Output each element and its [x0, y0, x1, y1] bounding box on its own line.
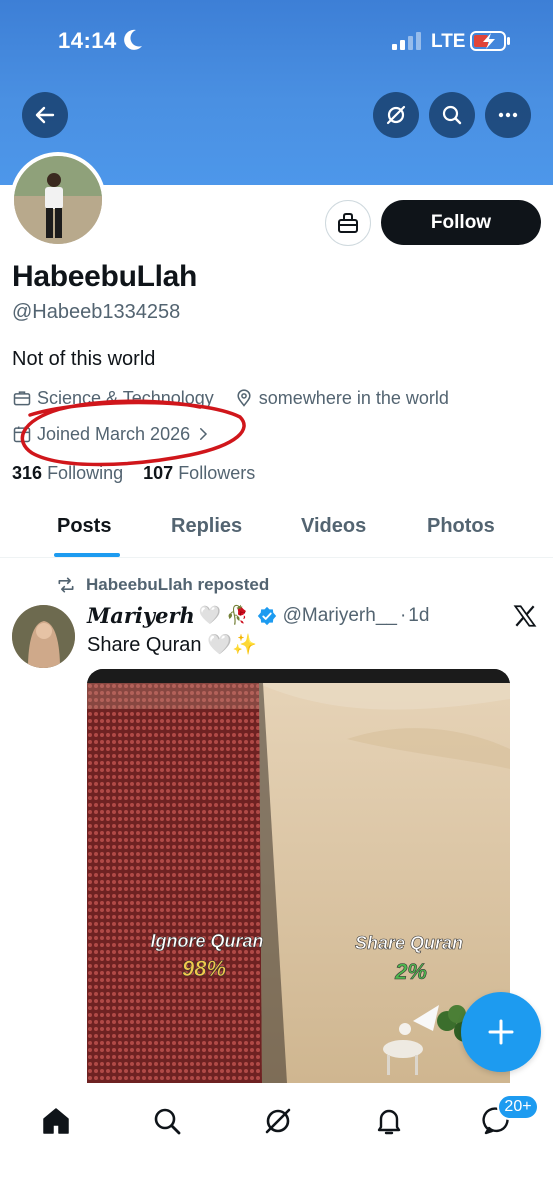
briefcase-icon [13, 391, 31, 406]
following-count: 316 [12, 463, 43, 483]
nav-search[interactable] [147, 1101, 187, 1141]
more-button[interactable] [485, 92, 531, 138]
status-time: 14:14 [58, 28, 117, 53]
joined-row[interactable]: Joined March 2026 [12, 421, 217, 447]
post-text: Share Quran 🤍✨ [87, 632, 257, 657]
media-right-caption: Share Quran [355, 933, 463, 953]
followers-label: Followers [178, 463, 256, 483]
post-author-avatar[interactable] [12, 605, 75, 668]
following-link[interactable]: 316 Following [12, 463, 123, 483]
moon-icon [124, 29, 142, 50]
back-button[interactable] [22, 92, 68, 138]
repost-context[interactable]: HabeebuLlah reposted [56, 575, 269, 595]
location-pin-icon [237, 389, 251, 407]
search-icon [442, 105, 462, 125]
notifications-icon [377, 1109, 401, 1135]
nav-home[interactable] [36, 1101, 76, 1141]
profile-bio: Not of this world [12, 348, 156, 370]
battery-charging-icon [470, 31, 510, 51]
post-separator: · [399, 604, 407, 626]
tab-replies[interactable]: Replies [171, 515, 242, 538]
profile-meta-row: Science & Technology somewhere in the wo… [12, 385, 449, 411]
gift-icon [338, 213, 358, 233]
followers-count: 107 [143, 463, 174, 483]
post-body: Share Quran [87, 634, 202, 656]
calendar-icon [13, 426, 31, 443]
followers-link[interactable]: 107 Followers [143, 463, 255, 483]
media-left-caption: Ignore Quran [150, 931, 263, 951]
repost-label: HabeebuLlah reposted [86, 575, 270, 594]
user-handle: @Habeeb1334258 [12, 301, 181, 323]
post-author-handle[interactable]: @Mariyerh__ [283, 605, 397, 627]
follow-counts: 316 Following 107 Followers [12, 463, 255, 484]
back-arrow-icon [35, 106, 55, 124]
grok-button[interactable] [373, 92, 419, 138]
nav-notifications[interactable] [369, 1101, 409, 1141]
bottom-navigation: 20+ [0, 1083, 553, 1200]
media-right-percent: 2% [394, 959, 427, 984]
grok-icon [386, 105, 406, 125]
post-header: Mariyerh 🤍 🥀 @Mariyerh__ · 1d [87, 603, 429, 628]
profile-avatar[interactable] [10, 152, 106, 248]
x-logo-icon [513, 605, 537, 627]
joined-date: Joined March 2026 [37, 423, 191, 444]
network-type: LTE [431, 31, 466, 52]
more-icon [498, 112, 518, 118]
status-bar: 14:14 LTE [0, 0, 553, 84]
home-icon [43, 1108, 69, 1134]
post-media[interactable]: Ignore Quran 98% Share Quran 2% [87, 669, 510, 1083]
post-text-emoji: 🤍✨ [207, 634, 257, 656]
follow-button[interactable]: Follow [381, 200, 541, 245]
display-name: HabeebuLlah [12, 260, 198, 293]
nav-grok[interactable] [258, 1101, 298, 1141]
repost-icon [58, 577, 74, 593]
tab-photos[interactable]: Photos [427, 515, 495, 538]
signal-icon [392, 32, 421, 50]
plus-icon [488, 1019, 514, 1045]
search-button[interactable] [429, 92, 475, 138]
verified-badge-icon [257, 606, 276, 625]
following-label: Following [47, 463, 124, 483]
profile-location: somewhere in the world [258, 387, 449, 408]
chevron-right-icon [200, 428, 208, 440]
profile-category[interactable]: Science & Technology [37, 388, 214, 409]
post-timestamp[interactable]: 1d [408, 605, 429, 627]
grok-icon [265, 1108, 291, 1134]
tab-posts[interactable]: Posts [57, 515, 111, 538]
gift-button[interactable] [325, 200, 371, 246]
tab-videos[interactable]: Videos [301, 515, 366, 538]
post-author-name[interactable]: Mariyerh [87, 603, 195, 628]
active-tab-indicator [54, 553, 120, 557]
compose-button[interactable] [461, 992, 541, 1072]
post-author-emoji: 🤍 🥀 [198, 605, 249, 625]
messages-badge: 20+ [497, 1094, 539, 1120]
media-left-percent: 98% [182, 956, 226, 981]
profile-tabs: Posts Replies Videos Photos [0, 500, 553, 558]
search-icon [154, 1108, 181, 1135]
